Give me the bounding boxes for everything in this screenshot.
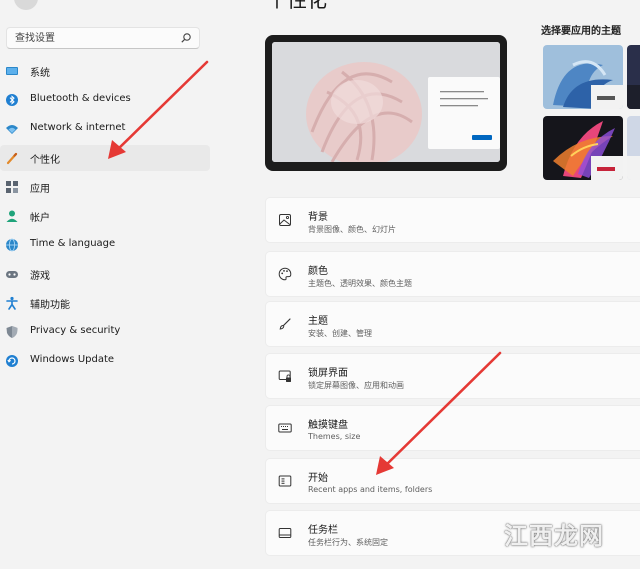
card-lock-screen[interactable]: 锁屏界面 锁定屏幕图像、应用和动画: [265, 353, 640, 399]
sidebar-item-apps[interactable]: 应用: [0, 174, 210, 200]
sidebar-item-network[interactable]: Network & internet: [0, 116, 210, 142]
watermark-logo: 江西龙网: [504, 516, 604, 551]
sidebar-item-label: Network & internet: [30, 122, 126, 133]
sidebar-item-label: Privacy & security: [30, 325, 121, 336]
card-subtitle: 任务栏行为、系统固定: [308, 538, 388, 547]
gamepad-icon: [6, 271, 18, 278]
theme-preview: [265, 35, 507, 171]
shield-icon: [6, 326, 18, 338]
card-subtitle: 背景图像、颜色、幻灯片: [308, 225, 396, 234]
bloom-wallpaper: [272, 42, 500, 162]
sidebar-item-label: 应用: [30, 184, 50, 195]
lock-screen-icon: [278, 370, 291, 382]
card-touch-keyboard[interactable]: 触摸键盘 Themes, size: [265, 405, 640, 451]
sidebar-item-label: Bluetooth & devices: [30, 93, 131, 104]
preview-screen: [272, 42, 500, 162]
bluetooth-icon: [6, 94, 18, 106]
card-subtitle: 锁定屏幕图像、应用和动画: [308, 381, 404, 390]
theme-thumbnail-glow[interactable]: [543, 116, 623, 180]
image-icon: [279, 214, 291, 226]
person-icon: [6, 210, 18, 222]
start-menu-icon: [278, 475, 292, 487]
sidebar-item-label: 辅助功能: [30, 300, 70, 311]
themes-label: 选择要应用的主题: [541, 26, 621, 37]
card-title: 任务栏: [308, 525, 338, 536]
sidebar-item-accessibility[interactable]: 辅助功能: [0, 290, 210, 316]
wifi-icon: [6, 125, 18, 134]
search-input[interactable]: [7, 28, 185, 48]
monitor-icon: [6, 67, 18, 75]
sidebar-item-bluetooth[interactable]: Bluetooth & devices: [0, 87, 210, 113]
theme-thumbnail-light[interactable]: [627, 116, 640, 180]
pen-icon: [6, 152, 18, 165]
card-title: 触摸键盘: [308, 420, 348, 431]
card-themes[interactable]: 主题 安装、创建、管理: [265, 301, 640, 347]
sidebar-item-personalization[interactable]: 个性化: [0, 145, 210, 171]
sidebar-item-gaming[interactable]: 游戏: [0, 261, 210, 287]
sidebar-item-accounts[interactable]: 帐户: [0, 203, 210, 229]
card-subtitle: Recent apps and items, folders: [308, 485, 433, 494]
theme-thumbnail-bloom-light[interactable]: [543, 45, 623, 109]
page-title: 个性化: [267, 0, 327, 12]
avatar[interactable]: [14, 0, 38, 10]
sidebar-item-privacy[interactable]: Privacy & security: [0, 319, 210, 345]
update-icon: [6, 355, 18, 367]
card-start[interactable]: 开始 Recent apps and items, folders: [265, 458, 640, 504]
search-icon[interactable]: [180, 32, 192, 44]
card-title: 锁屏界面: [308, 368, 348, 379]
sidebar-item-windows-update[interactable]: Windows Update: [0, 348, 210, 374]
card-background[interactable]: 背景 背景图像、颜色、幻灯片: [265, 197, 640, 243]
apps-icon: [6, 181, 18, 193]
sidebar: 系统 Bluetooth & devices Network & interne…: [0, 0, 215, 569]
accessibility-icon: [6, 296, 18, 310]
card-title: 背景: [308, 212, 328, 223]
card-subtitle: 主题色、透明效果、颜色主题: [308, 279, 412, 288]
search-box[interactable]: [6, 27, 200, 49]
card-colors[interactable]: 颜色 主题色、透明效果、颜色主题: [265, 251, 640, 297]
sidebar-item-label: Windows Update: [30, 354, 115, 365]
card-title: 颜色: [308, 266, 328, 277]
sidebar-item-label: 个性化: [30, 155, 60, 166]
main-content: 个性化 选择要应用的主题 背景 背景图像、颜色、幻灯片 颜色 主题色、透明效果、…: [215, 0, 640, 569]
palette-icon: [278, 267, 292, 281]
sidebar-item-time-language[interactable]: Time & language: [0, 232, 210, 258]
sidebar-item-system[interactable]: 系统: [0, 58, 210, 84]
taskbar-icon: [278, 528, 292, 538]
globe-clock-icon: [6, 238, 18, 252]
sidebar-item-label: 帐户: [30, 213, 50, 224]
keyboard-icon: [278, 423, 292, 433]
brush-icon: [279, 318, 291, 330]
sidebar-item-label: 系统: [30, 68, 50, 79]
card-subtitle: Themes, size: [308, 432, 361, 441]
theme-thumbnail-dark[interactable]: [627, 45, 640, 109]
card-title: 开始: [308, 473, 328, 484]
sidebar-item-label: Time & language: [30, 238, 116, 249]
card-subtitle: 安装、创建、管理: [308, 329, 372, 338]
sidebar-item-label: 游戏: [30, 271, 50, 282]
watermark-text: 江西龙网: [504, 521, 604, 550]
card-title: 主题: [308, 316, 328, 327]
